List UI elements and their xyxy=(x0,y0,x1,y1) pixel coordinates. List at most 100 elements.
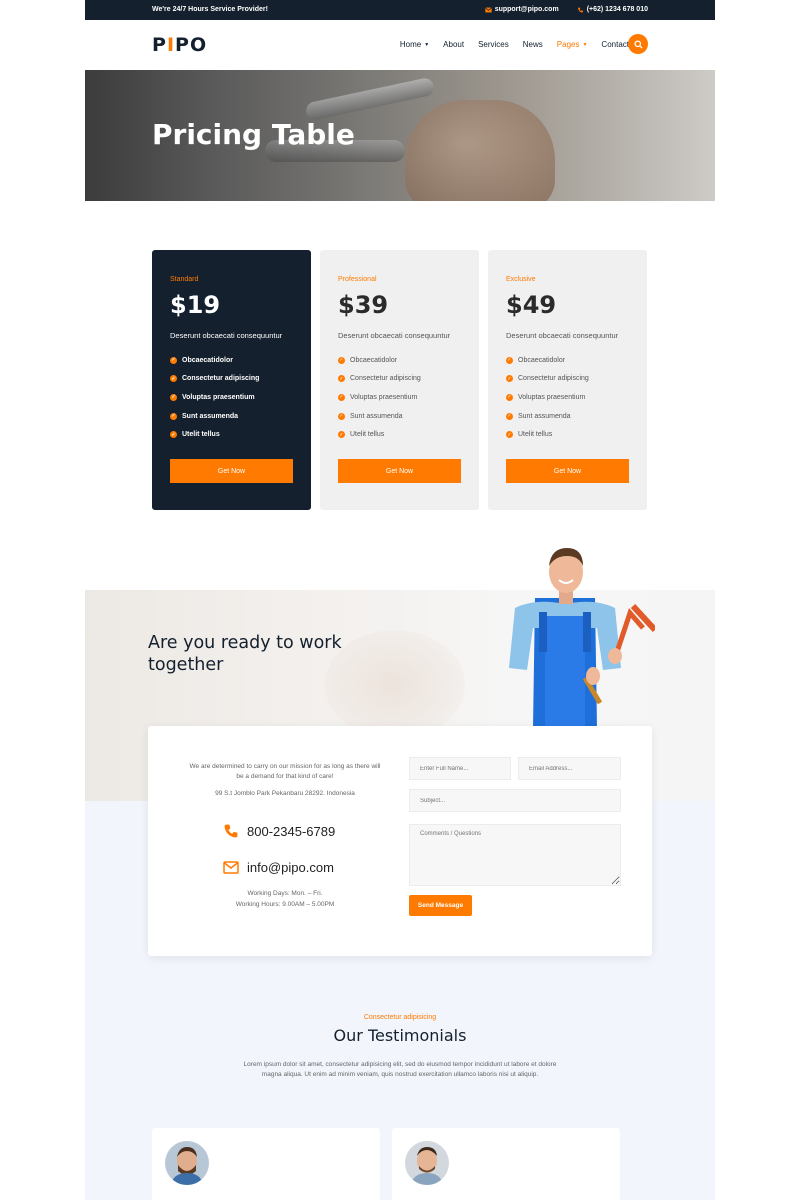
send-message-button[interactable]: Send Message xyxy=(409,895,472,916)
plan-description: Deserunt obcaecati consequuntur xyxy=(338,331,451,340)
feature-text: Obcaecatidolor xyxy=(518,356,566,364)
nav-item-pages[interactable]: Pages ▼ xyxy=(557,40,588,49)
plan-price: $49 xyxy=(506,291,557,319)
plan-card-professional: Professional $39 Deserunt obcaecati cons… xyxy=(320,250,479,510)
feature-item: ✓ Consectetur adipiscing xyxy=(506,370,629,389)
phone-icon xyxy=(224,824,238,838)
plan-features: ✓ Obcaecatidolor ✓ Consectetur adipiscing … xyxy=(506,351,629,444)
feature-item: ✓ Voluptas praesentium xyxy=(506,388,629,407)
check-circle-icon: ✓ xyxy=(170,431,177,439)
main-nav: Home ▼ About Services News Pages ▼ Contact xyxy=(400,40,629,49)
nav-item-news[interactable]: News xyxy=(523,40,543,49)
feature-text: Sunt assumenda xyxy=(518,412,571,420)
top-phone-text: (+62) 1234 678 010 xyxy=(586,6,648,13)
nav-label: About xyxy=(443,40,465,49)
feature-item: ✓ Sunt assumenda xyxy=(338,407,461,426)
check-circle-icon: ✓ xyxy=(338,412,345,420)
contact-phone[interactable]: 800-2345-6789 xyxy=(223,823,335,839)
check-circle-icon: ✓ xyxy=(338,356,345,364)
email-input[interactable] xyxy=(518,757,621,780)
plumber-image xyxy=(509,548,655,728)
nav-item-services[interactable]: Services xyxy=(478,40,509,49)
caret-down-icon: ▼ xyxy=(582,41,588,48)
pricing-table: Standard $19 Deserunt obcaecati consequu… xyxy=(152,250,648,510)
feature-item: ✓ Obcaecatidolor xyxy=(338,351,461,370)
working-days-text: Working Days: Mon. – Fri. xyxy=(247,890,323,897)
nav-label: News xyxy=(522,40,543,49)
hero-banner: Pricing Table xyxy=(85,70,715,201)
contact-card: We are determined to carry on our missio… xyxy=(148,726,652,956)
check-circle-icon: ✓ xyxy=(506,431,513,439)
top-email[interactable]: support@pipo.com xyxy=(484,6,559,13)
feature-item: ✓ Consectetur adipiscing xyxy=(338,370,461,389)
feature-text: Sunt assumenda xyxy=(350,412,403,420)
feature-item: ✓ Consectetur adipiscing xyxy=(170,370,293,389)
get-now-button[interactable]: Get Now xyxy=(338,459,461,483)
search-icon xyxy=(633,39,643,49)
comments-textarea[interactable] xyxy=(409,824,621,886)
working-hours-text: Working Hours: 9.00AM – 5.00PM xyxy=(235,901,335,908)
check-circle-icon: ✓ xyxy=(506,356,513,364)
get-now-button[interactable]: Get Now xyxy=(170,459,293,483)
logo-part: PO xyxy=(175,34,208,56)
testimonials-eyebrow: Consectetur adipisicing xyxy=(363,1014,437,1021)
full-name-input[interactable] xyxy=(409,757,511,780)
testimonials-description: Lorem ipsum dolor sit amet, consectetur … xyxy=(243,1061,557,1078)
feature-item: ✓ Voluptas praesentium xyxy=(170,388,293,407)
nav-label: Services xyxy=(478,40,509,49)
working-hours: Working Days: Mon. – Fri. Working Hours:… xyxy=(185,888,385,910)
get-now-button[interactable]: Get Now xyxy=(506,459,629,483)
logo-accent: I xyxy=(166,34,176,56)
feature-item: ✓ Obcaecatidolor xyxy=(506,351,629,370)
plan-name: Standard xyxy=(170,276,199,283)
feature-text: Utelit tellus xyxy=(182,431,220,439)
page: We're 24/7 Hours Service Provider! suppo… xyxy=(85,0,715,1200)
nav-item-home[interactable]: Home ▼ xyxy=(400,40,429,49)
plan-description: Deserunt obcaecati consequuntur xyxy=(170,331,283,340)
nav-item-contact[interactable]: Contact xyxy=(601,40,629,49)
feature-text: Obcaecatidolor xyxy=(182,356,233,364)
address-text: 99 S.t Jomblo Park Pekanbaru 28292. Indo… xyxy=(215,790,355,797)
plan-card-standard: Standard $19 Deserunt obcaecati consequu… xyxy=(152,250,311,510)
mission-text: We are determined to carry on our missio… xyxy=(189,763,381,780)
envelope-icon xyxy=(484,6,492,12)
subject-input[interactable] xyxy=(409,789,621,812)
contact-email-text: info@pipo.com xyxy=(247,860,334,875)
check-circle-icon: ✓ xyxy=(338,393,345,401)
avatar xyxy=(165,1141,209,1185)
top-contact: support@pipo.com (+62) 1234 678 010 xyxy=(484,6,648,13)
feature-text: Voluptas praesentium xyxy=(182,393,255,401)
top-email-text: support@pipo.com xyxy=(494,6,559,13)
contact-email[interactable]: info@pipo.com xyxy=(223,860,334,875)
check-circle-icon: ✓ xyxy=(338,431,345,439)
feature-text: Consectetur adipiscing xyxy=(518,375,589,383)
feature-text: Consectetur adipiscing xyxy=(182,375,260,383)
nav-label: Contact xyxy=(601,40,629,49)
check-circle-icon: ✓ xyxy=(170,356,177,364)
nav-item-about[interactable]: About xyxy=(443,40,464,49)
check-circle-icon: ✓ xyxy=(506,393,513,401)
plan-name: Exclusive xyxy=(506,276,536,283)
logo-part: P xyxy=(152,34,167,56)
check-circle-icon: ✓ xyxy=(506,412,513,420)
check-circle-icon: ✓ xyxy=(170,375,177,383)
testimonial-card xyxy=(152,1128,380,1200)
page-title: Pricing Table xyxy=(152,118,355,151)
testimonial-card xyxy=(392,1128,620,1200)
site-logo[interactable]: PIPO xyxy=(152,34,207,56)
plan-features: ✓ Obcaecatidolor ✓ Consectetur adipiscing … xyxy=(338,351,461,444)
top-phone[interactable]: (+62) 1234 678 010 xyxy=(577,6,648,13)
feature-text: Voluptas praesentium xyxy=(350,393,418,401)
feature-text: Utelit tellus xyxy=(350,431,385,439)
plan-price: $19 xyxy=(170,291,221,319)
plan-price: $39 xyxy=(338,291,389,319)
search-button[interactable] xyxy=(628,34,648,54)
plan-features: ✓ Obcaecatidolor ✓ Consectetur adipiscing … xyxy=(170,351,293,444)
contact-phone-text: 800-2345-6789 xyxy=(247,823,336,839)
caret-down-icon: ▼ xyxy=(424,41,430,48)
cta-title: Are you ready to work together xyxy=(148,633,342,675)
envelope-icon xyxy=(223,861,239,874)
plan-card-exclusive: Exclusive $49 Deserunt obcaecati consequ… xyxy=(488,250,647,510)
plan-description: Deserunt obcaecati consequuntur xyxy=(506,331,619,340)
nav-label: Pages xyxy=(556,40,580,49)
